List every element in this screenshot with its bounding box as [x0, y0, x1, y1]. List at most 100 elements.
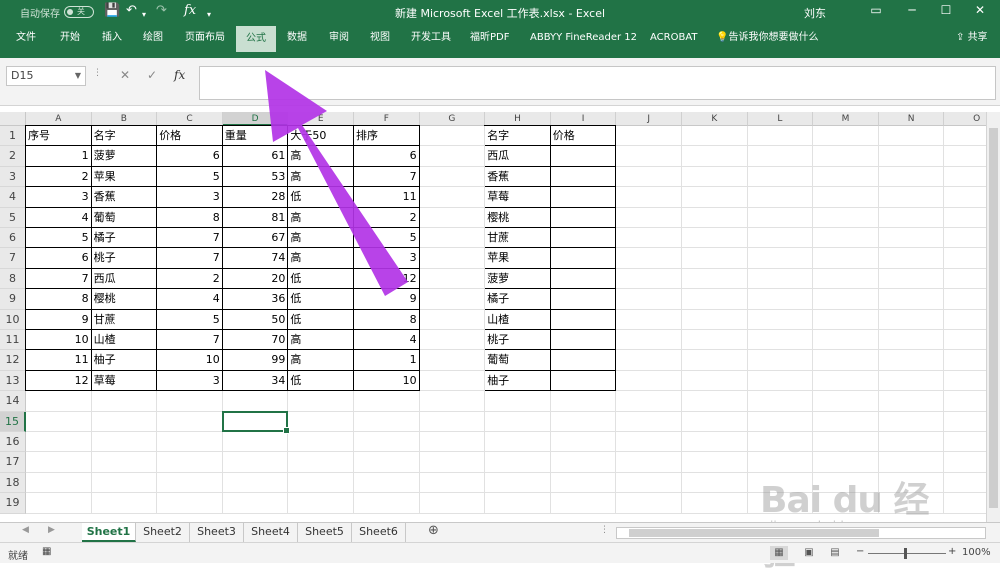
table1-cell[interactable]: 12 — [25, 370, 92, 392]
table1-header[interactable]: 价格 — [157, 125, 223, 147]
empty-cell[interactable] — [616, 289, 682, 310]
empty-cell[interactable] — [747, 432, 814, 453]
empty-cell[interactable] — [878, 370, 945, 392]
table1-cell[interactable]: 2 — [157, 268, 223, 290]
empty-cell[interactable] — [747, 166, 814, 188]
empty-cell[interactable] — [682, 248, 748, 269]
empty-cell[interactable] — [944, 473, 986, 494]
empty-cell[interactable] — [616, 268, 682, 290]
empty-cell[interactable] — [813, 493, 879, 514]
empty-cell[interactable] — [157, 411, 223, 432]
table1-cell[interactable]: 5 — [157, 309, 223, 330]
empty-cell[interactable] — [616, 370, 682, 392]
sheet-tab-5[interactable]: Sheet5 — [298, 523, 352, 542]
table1-cell[interactable]: 甘蔗 — [91, 309, 158, 330]
empty-cell[interactable] — [747, 309, 814, 330]
table1-cell[interactable]: 高 — [288, 166, 354, 188]
tab-insert[interactable]: 插入 — [96, 24, 128, 52]
empty-cell[interactable] — [419, 391, 486, 412]
minimize-icon[interactable]: ─ — [900, 3, 924, 17]
empty-cell[interactable] — [222, 493, 289, 514]
prev-sheet-icon[interactable]: ◀ — [22, 525, 29, 535]
empty-cell[interactable] — [682, 126, 748, 147]
sheet-tab-3[interactable]: Sheet3 — [190, 523, 244, 542]
empty-cell[interactable] — [878, 493, 945, 514]
empty-cell[interactable] — [616, 309, 682, 330]
table1-cell[interactable]: 7 — [354, 166, 420, 188]
table1-cell[interactable]: 桃子 — [91, 248, 158, 269]
empty-cell[interactable] — [747, 452, 814, 473]
table2-cell[interactable] — [550, 268, 617, 290]
empty-cell[interactable] — [91, 391, 158, 412]
cancel-icon[interactable]: ✕ — [120, 68, 130, 82]
empty-cell[interactable] — [813, 146, 879, 167]
empty-cell[interactable] — [354, 432, 420, 453]
empty-cell[interactable] — [747, 330, 814, 351]
empty-cell[interactable] — [682, 452, 748, 473]
row-header-17[interactable]: 17 — [0, 452, 26, 473]
empty-cell[interactable] — [26, 411, 92, 432]
empty-cell[interactable] — [813, 330, 879, 351]
empty-cell[interactable] — [550, 432, 617, 453]
table2-cell[interactable] — [550, 187, 617, 208]
tab-file[interactable]: 文件 — [10, 24, 42, 52]
row-header-1[interactable]: 1 — [0, 126, 26, 147]
table1-cell[interactable]: 3 — [157, 370, 223, 392]
empty-cell[interactable] — [616, 207, 682, 228]
row-header-11[interactable]: 11 — [0, 330, 26, 351]
empty-cell[interactable] — [157, 391, 223, 412]
empty-cell[interactable] — [944, 432, 986, 453]
table1-cell[interactable]: 74 — [222, 248, 289, 269]
empty-cell[interactable] — [682, 309, 748, 330]
empty-cell[interactable] — [878, 330, 945, 351]
empty-cell[interactable] — [419, 228, 486, 249]
table1-cell[interactable]: 20 — [222, 268, 289, 290]
column-header-a[interactable]: A — [26, 112, 92, 126]
empty-cell[interactable] — [550, 391, 617, 412]
table1-cell[interactable]: 7 — [25, 268, 92, 290]
empty-cell[interactable] — [485, 391, 551, 412]
table2-cell[interactable] — [550, 309, 617, 330]
empty-cell[interactable] — [944, 146, 986, 167]
table1-cell[interactable]: 12 — [354, 268, 420, 290]
table1-cell[interactable]: 樱桃 — [91, 289, 158, 310]
row-header-19[interactable]: 19 — [0, 493, 26, 514]
empty-cell[interactable] — [944, 228, 986, 249]
row-header-16[interactable]: 16 — [0, 432, 26, 453]
empty-cell[interactable] — [878, 289, 945, 310]
empty-cell[interactable] — [419, 309, 486, 330]
table1-cell[interactable]: 8 — [354, 309, 420, 330]
table1-cell[interactable]: 低 — [288, 309, 354, 330]
table1-header[interactable]: 排序 — [354, 125, 420, 147]
column-header-n[interactable]: N — [878, 112, 945, 126]
table1-cell[interactable]: 99 — [222, 350, 289, 371]
empty-cell[interactable] — [747, 146, 814, 167]
column-header-j[interactable]: J — [616, 112, 682, 126]
empty-cell[interactable] — [26, 452, 92, 473]
empty-cell[interactable] — [419, 370, 486, 392]
empty-cell[interactable] — [944, 493, 986, 514]
empty-cell[interactable] — [878, 166, 945, 188]
empty-cell[interactable] — [419, 330, 486, 351]
table1-cell[interactable]: 7 — [157, 248, 223, 269]
empty-cell[interactable] — [944, 391, 986, 412]
tab-foxit-pdf[interactable]: 福昕PDF — [464, 24, 515, 52]
sheet-tab-4[interactable]: Sheet4 — [244, 523, 298, 542]
empty-cell[interactable] — [419, 207, 486, 228]
table1-cell[interactable]: 西瓜 — [91, 268, 158, 290]
empty-cell[interactable] — [878, 146, 945, 167]
ribbon-display-icon[interactable]: ▭ — [864, 3, 888, 17]
table1-cell[interactable]: 菠萝 — [91, 146, 158, 167]
table2-cell[interactable]: 葡萄 — [484, 350, 551, 371]
empty-cell[interactable] — [878, 432, 945, 453]
table1-cell[interactable]: 高 — [288, 228, 354, 249]
table1-cell[interactable]: 11 — [354, 187, 420, 208]
table1-cell[interactable]: 2 — [354, 207, 420, 228]
empty-cell[interactable] — [157, 432, 223, 453]
empty-cell[interactable] — [419, 187, 486, 208]
sheet-tab-2[interactable]: Sheet2 — [136, 523, 190, 542]
zoom-slider-knob[interactable] — [904, 548, 907, 559]
empty-cell[interactable] — [878, 268, 945, 290]
table1-cell[interactable]: 34 — [222, 370, 289, 392]
empty-cell[interactable] — [91, 472, 158, 494]
